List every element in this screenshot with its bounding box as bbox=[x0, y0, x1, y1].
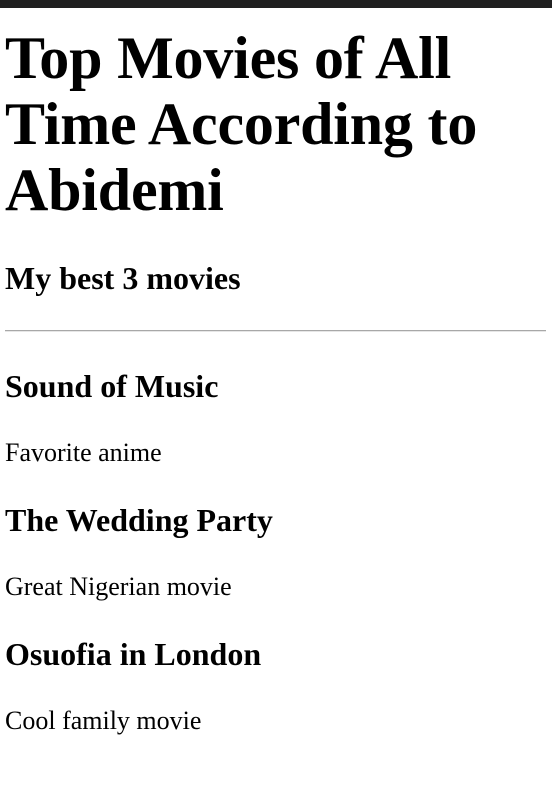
movie-title: Osuofia in London bbox=[5, 636, 262, 672]
movie-item: Sound of Music Favorite anime bbox=[5, 368, 546, 468]
movie-item: The Wedding Party Great Nigerian movie bbox=[5, 502, 546, 602]
movie-title: Sound of Music bbox=[5, 368, 219, 404]
movie-title: The Wedding Party bbox=[5, 502, 273, 538]
page-content: Top Movies of All Time According to Abid… bbox=[0, 8, 552, 787]
movie-list: Sound of Music Favorite anime The Weddin… bbox=[5, 368, 546, 736]
section-divider bbox=[5, 330, 546, 332]
browser-top-bar bbox=[0, 0, 552, 8]
page-title: Top Movies of All Time According to Abid… bbox=[5, 25, 478, 223]
movie-description: Great Nigerian movie bbox=[5, 572, 232, 601]
movie-description: Favorite anime bbox=[5, 438, 162, 467]
movie-item: Osuofia in London Cool family movie bbox=[5, 636, 546, 736]
page-subtitle: My best 3 movies bbox=[5, 260, 241, 296]
movie-description: Cool family movie bbox=[5, 706, 202, 735]
